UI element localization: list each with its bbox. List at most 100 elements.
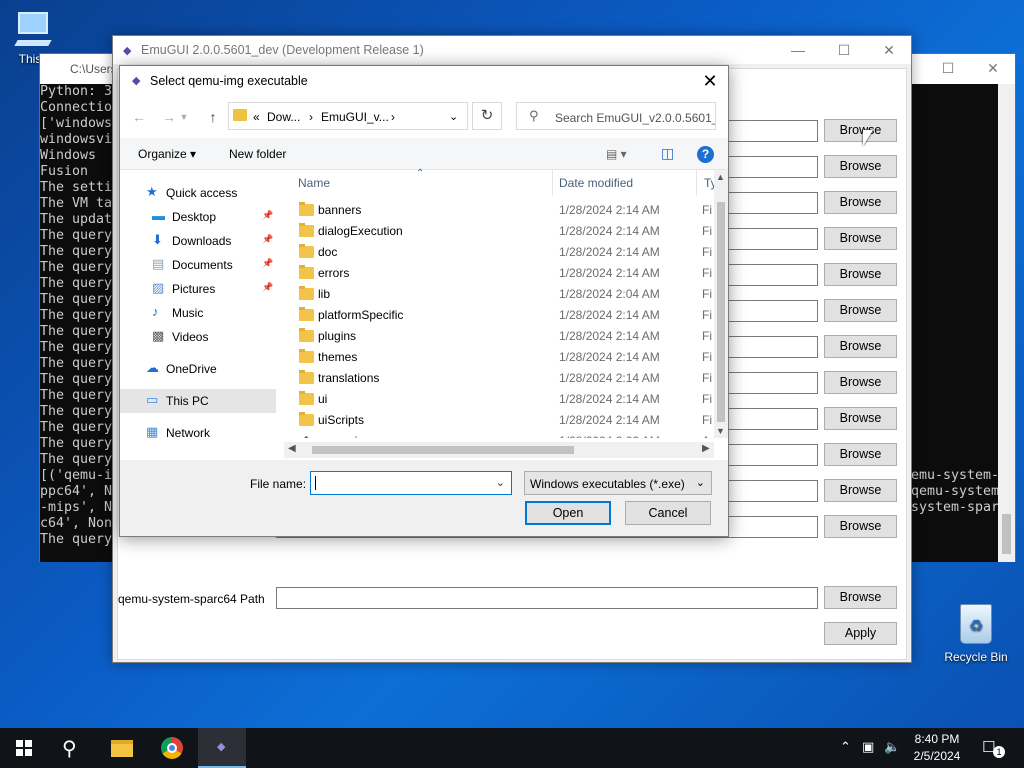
emugui-maximize-button[interactable]: ☐ [821,36,867,64]
back-arrow-icon[interactable]: ← [128,106,150,128]
preview-pane-icon[interactable]: ◫ [661,145,674,162]
nav-item[interactable]: ▩ Videos [120,325,276,349]
dialog-titlebar[interactable]: ◆ Select qemu-img executable ✕ [120,66,728,96]
file-date: 1/28/2024 2:14 AM [559,203,660,217]
recent-locations-chevron-icon[interactable]: ▼ [178,106,190,128]
forward-arrow-icon[interactable]: → [158,106,180,128]
cancel-button[interactable]: Cancel [625,501,711,525]
folder-icon [299,349,314,363]
nav-item[interactable]: ▦ Network [120,421,276,445]
new-folder-button[interactable]: New folder [229,147,286,161]
file-row[interactable]: banners 1/28/2024 2:14 AM Fi [284,200,714,221]
emugui-minimize-button[interactable]: — [775,36,821,64]
desktop-icon-recycle-bin[interactable]: ♻ Recycle Bin [936,602,1016,664]
file-name-input[interactable]: ⌄ [310,471,512,495]
file-row[interactable]: uiScripts 1/28/2024 2:14 AM Fi [284,410,714,431]
browse-button[interactable]: Browse [824,371,897,394]
file-row[interactable]: dialogExecution 1/28/2024 2:14 AM Fi [284,221,714,242]
breadcrumb-overflow[interactable]: « [253,110,260,124]
show-hidden-icons-chevron-icon[interactable]: ⌃ [840,739,851,755]
file-row[interactable]: lib 1/28/2024 2:04 AM Fi [284,284,714,305]
browse-button[interactable]: Browse [824,155,897,178]
browse-button[interactable]: Browse [824,515,897,538]
file-name: platformSpecific [318,308,404,322]
help-icon[interactable]: ? [697,146,714,163]
windows-logo-icon [16,740,32,756]
file-dialog[interactable]: ◆ Select qemu-img executable ✕ ← → ▼ ↑ «… [119,65,729,537]
nav-item[interactable]: ☁ OneDrive [120,357,276,381]
console-scrollbar[interactable] [998,84,1015,562]
browse-button[interactable]: Browse [824,119,897,142]
breadcrumb-downloads[interactable]: Dow... [267,110,300,124]
file-row[interactable]: ui 1/28/2024 2:14 AM Fi [284,389,714,410]
nav-item[interactable]: ⬇ Downloads 📌 [120,229,276,253]
emugui-titlebar[interactable]: ◆ EmuGUI 2.0.0.5601_dev (Development Rel… [113,36,911,64]
dialog-bottom-bar: File name: ⌄ Windows executables (*.exe)… [120,460,728,536]
search-box[interactable]: ⚲ Search EmuGUI_v2.0.0.5601_... [516,102,716,130]
nav-item[interactable]: ★ Quick access [120,181,276,205]
nav-item[interactable]: ▬ Desktop 📌 [120,205,276,229]
console-maximize-button[interactable]: ☐ [925,54,971,82]
file-row[interactable]: themes 1/28/2024 2:14 AM Fi [284,347,714,368]
file-date: 1/28/2024 2:14 AM [559,371,660,385]
dialog-title: Select qemu-img executable [150,74,308,88]
browse-button[interactable]: Browse [824,263,897,286]
view-options-icon[interactable]: ▤ ▾ [606,147,627,161]
browse-button[interactable]: Browse [824,299,897,322]
nav-item-label: Quick access [166,186,238,200]
nav-item[interactable]: ▤ Documents 📌 [120,253,276,277]
file-list-scrollbar[interactable]: ▲ ▼ [714,170,728,438]
browse-button[interactable]: Browse [824,586,897,609]
taskbar-search-button[interactable]: ⚲ [48,728,96,768]
file-row[interactable]: translations 1/28/2024 2:14 AM Fi [284,368,714,389]
dialog-close-button[interactable]: ✕ [698,70,722,92]
browse-button[interactable]: Browse [824,479,897,502]
path-label: qemu-system-sparc64 Path [118,592,265,606]
file-list-horizontal-scrollbar[interactable]: ◀ ▶ [284,442,714,458]
address-bar[interactable]: « Dow... › EmuGUI_v... › ⌄ [228,102,468,130]
folder-icon [233,109,247,121]
taskbar-clock[interactable]: 8:40 PM 2/5/2024 [906,731,968,765]
breadcrumb-emugui-folder[interactable]: EmuGUI_v... [321,110,389,124]
nav-item[interactable]: ▨ Pictures 📌 [120,277,276,301]
breadcrumb-separator-2[interactable]: › [391,110,395,124]
file-type-filter-value: Windows executables (*.exe) [530,477,685,491]
chevron-down-icon[interactable]: ⌄ [496,476,505,489]
file-row[interactable]: plugins 1/28/2024 2:14 AM Fi [284,326,714,347]
nav-item[interactable]: ▭ This PC [120,389,276,413]
file-type-filter[interactable]: Windows executables (*.exe) ⌄ [524,471,712,495]
address-dropdown-icon[interactable]: ⌄ [449,110,458,123]
up-arrow-icon[interactable]: ↑ [202,106,224,128]
dialog-app-icon: ◆ [132,75,141,87]
browse-button[interactable]: Browse [824,227,897,250]
refresh-icon[interactable]: ↻ [472,102,502,130]
star-icon: ★ [146,184,158,199]
nav-item[interactable]: ♪ Music [120,301,276,325]
taskbar-emugui[interactable]: ◆ [198,728,246,768]
file-row[interactable]: ◆ emugui 1/28/2024 2:02 AM A [284,431,714,438]
console-close-button[interactable]: ✕ [970,54,1016,82]
taskbar-file-explorer[interactable] [98,728,146,768]
browse-button[interactable]: Browse [824,407,897,430]
open-button[interactable]: Open [525,501,611,525]
organize-button[interactable]: Organize ▾ [138,147,196,161]
notification-center-button[interactable]: ☐ 1 [980,738,1006,758]
browse-button[interactable]: Browse [824,335,897,358]
file-row[interactable]: errors 1/28/2024 2:14 AM Fi [284,263,714,284]
breadcrumb-separator[interactable]: › [309,110,313,124]
pin-icon: 📌 [262,210,274,220]
emugui-close-button[interactable]: ✕ [866,36,912,64]
browse-button[interactable]: Browse [824,443,897,466]
file-row[interactable]: doc 1/28/2024 2:14 AM Fi [284,242,714,263]
file-date: 1/28/2024 2:02 AM [559,434,660,438]
browse-button[interactable]: Browse [824,191,897,214]
file-row[interactable]: platformSpecific 1/28/2024 2:14 AM Fi [284,305,714,326]
start-button[interactable] [0,728,48,768]
console-title: C:\Users [70,62,117,76]
console-line-right: emu-system- [911,468,1000,483]
path-input[interactable] [276,587,818,609]
apply-button[interactable]: Apply [824,622,897,645]
network-icon[interactable]: ▣ [862,739,874,755]
volume-muted-icon[interactable]: 🔈 [884,739,900,755]
taskbar-chrome[interactable] [148,728,196,768]
